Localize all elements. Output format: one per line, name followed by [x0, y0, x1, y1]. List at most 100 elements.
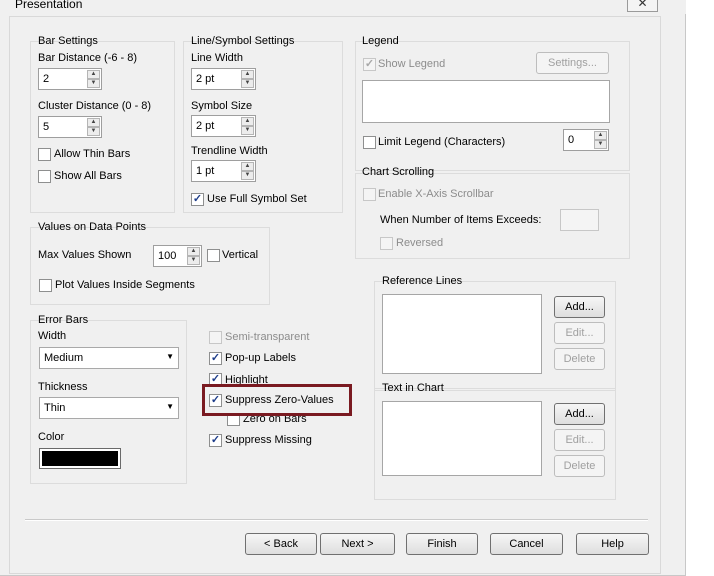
- color-swatch-button[interactable]: [39, 448, 121, 469]
- chevron-down-icon[interactable]: ▼: [166, 402, 174, 411]
- limit-legend-spinner[interactable]: 0 ▲ ▼: [563, 129, 609, 151]
- limit-legend-value: 0: [568, 134, 575, 146]
- suppress-missing-checkbox[interactable]: ✓: [209, 434, 222, 447]
- spin-up-icon[interactable]: ▲: [187, 247, 200, 256]
- close-icon[interactable]: ✕: [637, 0, 647, 10]
- line-width-spinner[interactable]: 2 pt ▲ ▼: [191, 68, 256, 90]
- use-full-symbol-set-label: Use Full Symbol Set: [207, 193, 307, 205]
- items-exceed-label: When Number of Items Exceeds:: [380, 214, 542, 226]
- cluster-distance-value: 5: [43, 121, 50, 133]
- spin-up-icon[interactable]: ▲: [87, 118, 100, 127]
- window-title: Presentation: [15, 0, 83, 11]
- semi-transparent-checkbox[interactable]: [209, 331, 222, 344]
- popup-labels-checkbox[interactable]: ✓: [209, 352, 222, 365]
- reference-delete-button[interactable]: Delete: [554, 348, 605, 370]
- next-button[interactable]: Next >: [320, 533, 395, 555]
- popup-labels-label: Pop-up Labels: [225, 352, 296, 364]
- vertical-label: Vertical: [222, 249, 259, 261]
- reference-add-button[interactable]: Add...: [554, 296, 605, 318]
- reference-lines-list[interactable]: [382, 294, 542, 374]
- settings-panel: Bar Settings Bar Distance (-6 - 8) 2 ▲ ▼ …: [9, 16, 661, 574]
- limit-legend-label: Limit Legend (Characters): [378, 136, 506, 148]
- reference-edit-button[interactable]: Edit...: [554, 322, 605, 344]
- suppress-missing-label: Suppress Missing: [225, 434, 312, 446]
- cluster-distance-label: Cluster Distance (0 - 8): [38, 100, 152, 112]
- width-dropdown[interactable]: Medium ▼: [39, 347, 179, 369]
- trendline-width-spinner[interactable]: 1 pt ▲ ▼: [191, 160, 256, 182]
- suppress-zero-checkbox[interactable]: ✓: [209, 394, 222, 407]
- enable-scrollbar-checkbox[interactable]: [363, 188, 376, 201]
- thickness-dropdown[interactable]: Thin ▼: [39, 397, 179, 419]
- color-swatch-fill: [42, 451, 118, 466]
- chevron-down-icon[interactable]: ▼: [166, 352, 174, 361]
- color-label: Color: [38, 431, 65, 443]
- enable-scrollbar-label: Enable X-Axis Scrollbar: [378, 188, 494, 200]
- finish-button[interactable]: Finish: [406, 533, 478, 555]
- line-width-value: 2 pt: [196, 73, 215, 85]
- thickness-label: Thickness: [38, 381, 88, 393]
- spin-up-icon[interactable]: ▲: [87, 70, 100, 79]
- close-button[interactable]: ✕: [627, 0, 658, 12]
- legend-preview-box: [362, 80, 610, 123]
- spin-down-icon[interactable]: ▼: [87, 79, 100, 88]
- bar-settings-title: Bar Settings: [38, 35, 98, 47]
- spin-down-icon[interactable]: ▼: [594, 140, 607, 149]
- chart-scrolling-title: Chart Scrolling: [362, 166, 435, 178]
- max-values-label: Max Values Shown: [38, 249, 132, 261]
- bar-distance-label: Bar Distance (-6 - 8): [38, 52, 138, 64]
- bar-distance-value: 2: [43, 73, 50, 85]
- thickness-dropdown-value: Thin: [44, 402, 66, 414]
- show-legend-label: Show Legend: [378, 58, 446, 70]
- trendline-width-value: 1 pt: [196, 165, 215, 177]
- allow-thin-bars-checkbox[interactable]: [38, 148, 51, 161]
- spin-up-icon[interactable]: ▲: [594, 131, 607, 140]
- spin-up-icon[interactable]: ▲: [241, 70, 254, 79]
- cancel-button[interactable]: Cancel: [490, 533, 563, 555]
- text-delete-button[interactable]: Delete: [554, 455, 605, 477]
- trendline-width-label: Trendline Width: [191, 145, 268, 157]
- show-all-bars-label: Show All Bars: [54, 170, 122, 182]
- semi-transparent-label: Semi-transparent: [225, 331, 310, 343]
- plot-inside-checkbox[interactable]: [39, 279, 52, 292]
- show-legend-checkbox[interactable]: ✓: [363, 58, 376, 71]
- symbol-size-label: Symbol Size: [191, 100, 253, 112]
- back-button[interactable]: < Back: [245, 533, 317, 555]
- limit-legend-checkbox[interactable]: [363, 136, 376, 149]
- show-all-bars-checkbox[interactable]: [38, 170, 51, 183]
- reversed-checkbox[interactable]: [380, 237, 393, 250]
- spin-down-icon[interactable]: ▼: [241, 126, 254, 135]
- vertical-checkbox[interactable]: [207, 249, 220, 262]
- text-in-chart-title: Text in Chart: [382, 382, 444, 394]
- cluster-distance-spinner[interactable]: 5 ▲ ▼: [38, 116, 102, 138]
- use-full-symbol-set-checkbox[interactable]: ✓: [191, 193, 204, 206]
- spin-down-icon[interactable]: ▼: [87, 127, 100, 136]
- reference-lines-title: Reference Lines: [382, 275, 463, 287]
- spin-up-icon[interactable]: ▲: [241, 162, 254, 171]
- reversed-label: Reversed: [396, 237, 444, 249]
- max-values-spinner[interactable]: 100 ▲ ▼: [153, 245, 202, 267]
- error-bars-title: Error Bars: [38, 314, 89, 326]
- symbol-size-value: 2 pt: [196, 120, 215, 132]
- items-exceed-input[interactable]: [560, 209, 599, 231]
- width-dropdown-value: Medium: [44, 352, 84, 364]
- suppress-zero-label: Suppress Zero-Values: [225, 394, 334, 406]
- values-on-points-title: Values on Data Points: [38, 221, 147, 233]
- text-add-button[interactable]: Add...: [554, 403, 605, 425]
- width-label: Width: [38, 330, 67, 342]
- spin-down-icon[interactable]: ▼: [241, 79, 254, 88]
- spin-down-icon[interactable]: ▼: [241, 171, 254, 180]
- plot-inside-label: Plot Values Inside Segments: [55, 279, 195, 291]
- spin-up-icon[interactable]: ▲: [241, 117, 254, 126]
- line-width-label: Line Width: [191, 52, 243, 64]
- help-button[interactable]: Help: [576, 533, 649, 555]
- spin-down-icon[interactable]: ▼: [187, 256, 200, 265]
- footer-divider: [25, 519, 648, 521]
- line-symbol-title: Line/Symbol Settings: [191, 35, 295, 47]
- symbol-size-spinner[interactable]: 2 pt ▲ ▼: [191, 115, 256, 137]
- legend-settings-button[interactable]: Settings...: [536, 52, 609, 74]
- bar-distance-spinner[interactable]: 2 ▲ ▼: [38, 68, 102, 90]
- max-values-value: 100: [158, 250, 177, 262]
- title-bar: Presentation ✕: [0, 0, 686, 14]
- text-edit-button[interactable]: Edit...: [554, 429, 605, 451]
- text-in-chart-list[interactable]: [382, 401, 542, 476]
